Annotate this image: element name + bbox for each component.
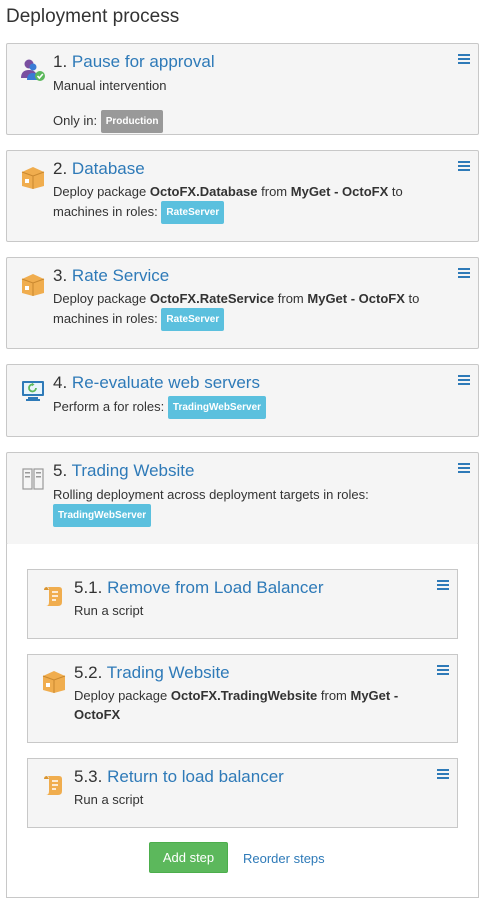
step-number: 5. (53, 461, 68, 480)
step-number: 4. (53, 373, 68, 392)
step-number: 5.3. (74, 767, 103, 786)
desc-text: Deploy package (53, 184, 147, 199)
step-number: 5.1. (74, 578, 103, 597)
step-title: 2. Database (53, 159, 145, 179)
step-description: Run a script (74, 792, 144, 807)
step-title: 1. Pause for approval (53, 52, 215, 72)
step-name-link[interactable]: Trading Website (107, 663, 230, 682)
package-name: OctoFX.TradingWebsite (170, 688, 318, 703)
step-name-link[interactable]: Remove from Load Balancer (107, 578, 323, 597)
user-approval-icon (21, 59, 45, 81)
role-badge: TradingWebServer (53, 504, 152, 527)
desc-text: Deploy package (74, 688, 168, 703)
environment-badge: Production (100, 110, 164, 133)
step-number: 3. (53, 266, 68, 285)
hamburger-menu-icon[interactable] (437, 665, 449, 676)
step-name-link[interactable]: Return to load balancer (107, 767, 284, 786)
page-title: Deployment process (6, 6, 180, 27)
step-description: Deploy package OctoFX.TradingWebsite fro… (74, 686, 434, 724)
step-title: 4. Re-evaluate web servers (53, 373, 260, 393)
package-icon (21, 167, 45, 189)
step-title: 5.1. Remove from Load Balancer (74, 578, 323, 598)
hamburger-menu-icon[interactable] (458, 375, 470, 386)
script-icon (44, 776, 62, 795)
package-name: OctoFX.Database (149, 184, 258, 199)
child-step-remove-from-load-balancer: 5.1. Remove from Load Balancer Run a scr… (27, 569, 458, 639)
step-description: Deploy package OctoFX.RateService from M… (53, 289, 453, 331)
step-number: 5.2. (74, 663, 103, 682)
package-icon (42, 671, 66, 693)
feed-name: MyGet - (350, 688, 399, 703)
reorder-steps-link[interactable]: Reorder steps (243, 851, 325, 866)
step-name-link[interactable]: Pause for approval (72, 52, 215, 71)
environment-filter: Only in: Production (53, 110, 164, 133)
step-name-link[interactable]: Database (72, 159, 145, 178)
hamburger-menu-icon[interactable] (437, 580, 449, 591)
step-card-database: 2. Database Deploy package OctoFX.Databa… (6, 150, 479, 242)
hamburger-menu-icon[interactable] (458, 54, 470, 65)
desc-text: Perform a for roles: (53, 398, 165, 414)
step-card-re-evaluate-web-servers: 4. Re-evaluate web servers Perform a for… (6, 364, 479, 437)
feed-name: MyGet - OctoFX (290, 184, 389, 199)
hamburger-menu-icon[interactable] (437, 769, 449, 780)
hamburger-menu-icon[interactable] (458, 161, 470, 172)
feed-name: MyGet - OctoFX (307, 291, 405, 306)
desc-text: from (261, 184, 288, 199)
role-badge: TradingWebServer (167, 396, 267, 419)
step-description: Rolling deployment across deployment tar… (53, 485, 453, 527)
step-description: Perform a for roles: TradingWebServer (53, 396, 267, 419)
package-icon (21, 274, 45, 296)
child-step-return-to-load-balancer: 5.3. Return to load balancer Run a scrip… (27, 758, 458, 828)
step-card-pause-for-approval: 1. Pause for approval Manual interventio… (6, 43, 479, 135)
desc-text: Rolling deployment across deployment tar… (53, 487, 369, 502)
step-name-link[interactable]: Rate Service (72, 266, 169, 285)
step-title: 5.3. Return to load balancer (74, 767, 284, 787)
roles-label: machines in roles: (53, 310, 158, 326)
step-name-link[interactable]: Trading Website (72, 461, 195, 480)
desc-text: to (408, 291, 420, 306)
feed-name: OctoFX (74, 707, 121, 722)
step-number: 2. (53, 159, 68, 178)
desc-text: from (320, 688, 347, 703)
step-description: Run a script (74, 603, 144, 618)
desc-text: Deploy package (53, 291, 147, 306)
step-card-trading-website: 5. Trading Website Rolling deployment ac… (6, 452, 479, 545)
roles-label: machines in roles: (53, 203, 158, 219)
desc-text: to (391, 184, 403, 199)
step-number: 1. (53, 52, 68, 71)
hamburger-menu-icon[interactable] (458, 463, 470, 474)
child-step-trading-website: 5.2. Trading Website Deploy package Octo… (27, 654, 458, 743)
hamburger-menu-icon[interactable] (458, 268, 470, 279)
role-badge: RateServer (161, 201, 225, 224)
step-description: Manual intervention (53, 78, 167, 93)
step-title: 5.2. Trading Website (74, 663, 230, 683)
server-rack-icon (22, 468, 44, 490)
only-in-label: Only in: (53, 112, 98, 128)
desc-text: from (277, 291, 304, 306)
script-icon (44, 587, 62, 606)
monitor-refresh-icon (22, 381, 44, 401)
step-description: Deploy package OctoFX.Database from MyGe… (53, 182, 453, 224)
step-title: 5. Trading Website (53, 461, 194, 481)
step-name-link[interactable]: Re-evaluate web servers (72, 373, 260, 392)
role-badge: RateServer (161, 308, 225, 331)
package-name: OctoFX.RateService (149, 291, 275, 306)
step-title: 3. Rate Service (53, 266, 169, 286)
add-step-button[interactable]: Add step (149, 842, 228, 873)
step-card-rate-service: 3. Rate Service Deploy package OctoFX.Ra… (6, 257, 479, 349)
